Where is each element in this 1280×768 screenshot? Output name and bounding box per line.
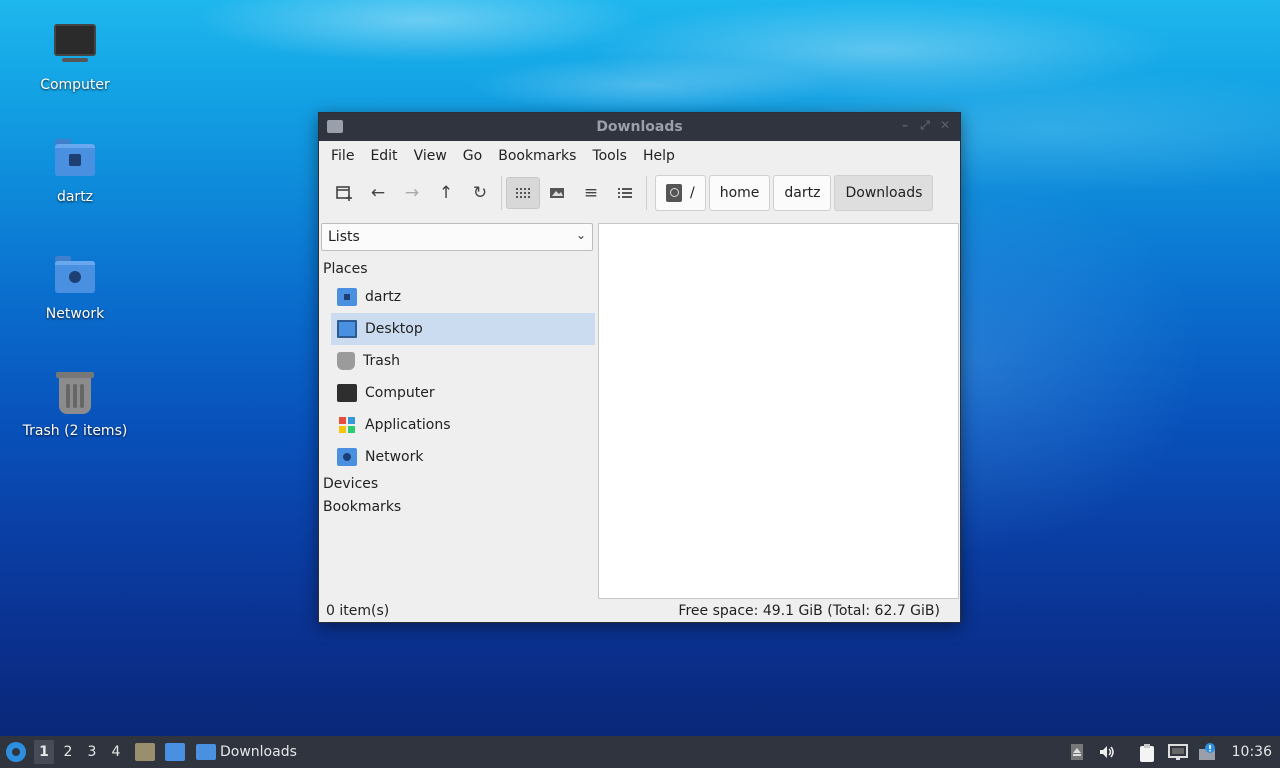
taskbar: 1 2 3 4 Downloads 10:36 (0, 736, 1280, 768)
desktop-icon-trash[interactable]: Trash (2 items) (10, 370, 140, 440)
chevron-down-icon: ⌄ (575, 228, 586, 242)
place-label: Computer (365, 385, 435, 401)
place-label: Applications (365, 417, 451, 433)
forward-arrow-icon[interactable]: → (395, 177, 429, 209)
network-icon[interactable] (1167, 743, 1188, 761)
start-menu-icon[interactable] (6, 742, 26, 762)
item-count: 0 item(s) (326, 603, 390, 619)
place-computer[interactable]: Computer (331, 377, 595, 409)
free-space: Free space: 49.1 GiB (Total: 62.7 GiB) (678, 603, 940, 619)
desktop-icon-label: dartz (56, 189, 94, 205)
compact-list-icon[interactable]: ≡ (574, 177, 608, 209)
window-titlebar[interactable]: Downloads – ⤢ ✕ (319, 113, 960, 141)
side-pane: Lists ⌄ Places dartz Desktop Trash Compu… (319, 221, 597, 598)
place-trash[interactable]: Trash (331, 345, 595, 377)
place-dartz[interactable]: dartz (331, 281, 595, 313)
drive-icon (666, 184, 682, 202)
menu-view[interactable]: View (408, 141, 453, 171)
desktop-icon-home[interactable]: dartz (10, 136, 140, 206)
crumb-label: dartz (784, 185, 821, 201)
reload-icon[interactable]: ↻ (463, 177, 497, 209)
menu-go[interactable]: Go (457, 141, 488, 171)
status-bar: 0 item(s) Free space: 49.1 GiB (Total: 6… (319, 600, 960, 622)
desktop-icon (337, 320, 357, 338)
task-downloads[interactable]: Downloads (196, 744, 297, 760)
clock[interactable]: 10:36 (1232, 744, 1272, 760)
crumb-label: home (719, 185, 760, 201)
file-manager-launcher-icon[interactable] (135, 743, 155, 761)
window-title: Downloads (596, 119, 683, 135)
computer-icon (51, 24, 99, 72)
maximize-icon[interactable]: ⤢ (918, 118, 932, 133)
crumb-dartz[interactable]: dartz (773, 175, 832, 211)
minimize-icon[interactable]: – (898, 118, 912, 133)
close-icon[interactable]: ✕ (938, 118, 952, 133)
place-applications[interactable]: Applications (331, 409, 595, 441)
select-value: Lists (328, 229, 360, 245)
crumb-downloads[interactable]: Downloads (834, 175, 934, 211)
menu-edit[interactable]: Edit (364, 141, 403, 171)
detailed-list-icon[interactable] (608, 177, 642, 209)
folder-content-area[interactable] (598, 223, 959, 599)
home-folder-icon (337, 288, 357, 306)
desktop-icon-network[interactable]: Network (10, 253, 140, 323)
eject-icon[interactable] (1068, 743, 1086, 761)
place-desktop[interactable]: Desktop (331, 313, 595, 345)
trash-icon (51, 370, 99, 418)
menu-help[interactable]: Help (637, 141, 681, 171)
desktop-icon-label: Computer (40, 77, 110, 93)
file-manager-window: Downloads – ⤢ ✕ File Edit View Go Bookma… (318, 112, 961, 623)
back-arrow-icon[interactable]: ← (361, 177, 395, 209)
new-tab-icon[interactable] (327, 177, 361, 209)
workspace-2[interactable]: 2 (58, 740, 78, 764)
network-folder-icon (337, 448, 357, 466)
task-label: Downloads (220, 744, 297, 760)
icon-view-icon[interactable] (506, 177, 540, 209)
menu-bar: File Edit View Go Bookmarks Tools Help (319, 141, 960, 171)
menu-file[interactable]: File (325, 141, 360, 171)
workspace-4[interactable]: 4 (106, 740, 126, 764)
toolbar-separator (646, 176, 647, 210)
desktop-icon-label: Network (45, 306, 105, 322)
system-tray: 10:36 (1062, 736, 1280, 768)
crumb-label: / (690, 185, 695, 201)
workspace-3[interactable]: 3 (82, 740, 102, 764)
up-arrow-icon[interactable]: ↑ (429, 177, 463, 209)
devices-header[interactable]: Devices (319, 473, 597, 496)
applications-icon (337, 416, 357, 434)
trash-icon (337, 352, 355, 370)
place-label: Desktop (365, 321, 423, 337)
breadcrumb: / home dartz Downloads (655, 175, 934, 211)
place-network[interactable]: Network (331, 441, 595, 473)
desktop-icon-label: Trash (2 items) (22, 423, 128, 439)
home-folder-icon (51, 136, 99, 184)
places-header[interactable]: Places (319, 258, 597, 281)
computer-icon (337, 384, 357, 402)
crumb-home[interactable]: home (708, 175, 771, 211)
clipboard-icon[interactable] (1138, 743, 1156, 762)
thumbnail-view-icon[interactable] (540, 177, 574, 209)
workspace-1[interactable]: 1 (34, 740, 54, 764)
place-label: dartz (365, 289, 402, 305)
volume-icon[interactable] (1098, 743, 1116, 761)
place-label: Trash (363, 353, 400, 369)
menu-tools[interactable]: Tools (586, 141, 633, 171)
menu-bookmarks[interactable]: Bookmarks (492, 141, 582, 171)
crumb-label: Downloads (845, 185, 923, 201)
folder-icon (327, 120, 343, 133)
toolbar-separator (501, 176, 502, 210)
updates-notification-icon[interactable] (1198, 743, 1216, 761)
bookmarks-header[interactable]: Bookmarks (319, 496, 597, 519)
crumb-root[interactable]: / (655, 175, 706, 211)
side-pane-mode-select[interactable]: Lists ⌄ (321, 223, 593, 251)
desktop-icon-computer[interactable]: Computer (10, 18, 140, 94)
place-label: Network (365, 449, 424, 465)
network-folder-icon (51, 253, 99, 301)
show-desktop-icon[interactable] (165, 743, 185, 761)
toolbar: ← → ↑ ↻ ≡ / home dartz Downloads (319, 171, 960, 215)
folder-icon (196, 744, 216, 760)
